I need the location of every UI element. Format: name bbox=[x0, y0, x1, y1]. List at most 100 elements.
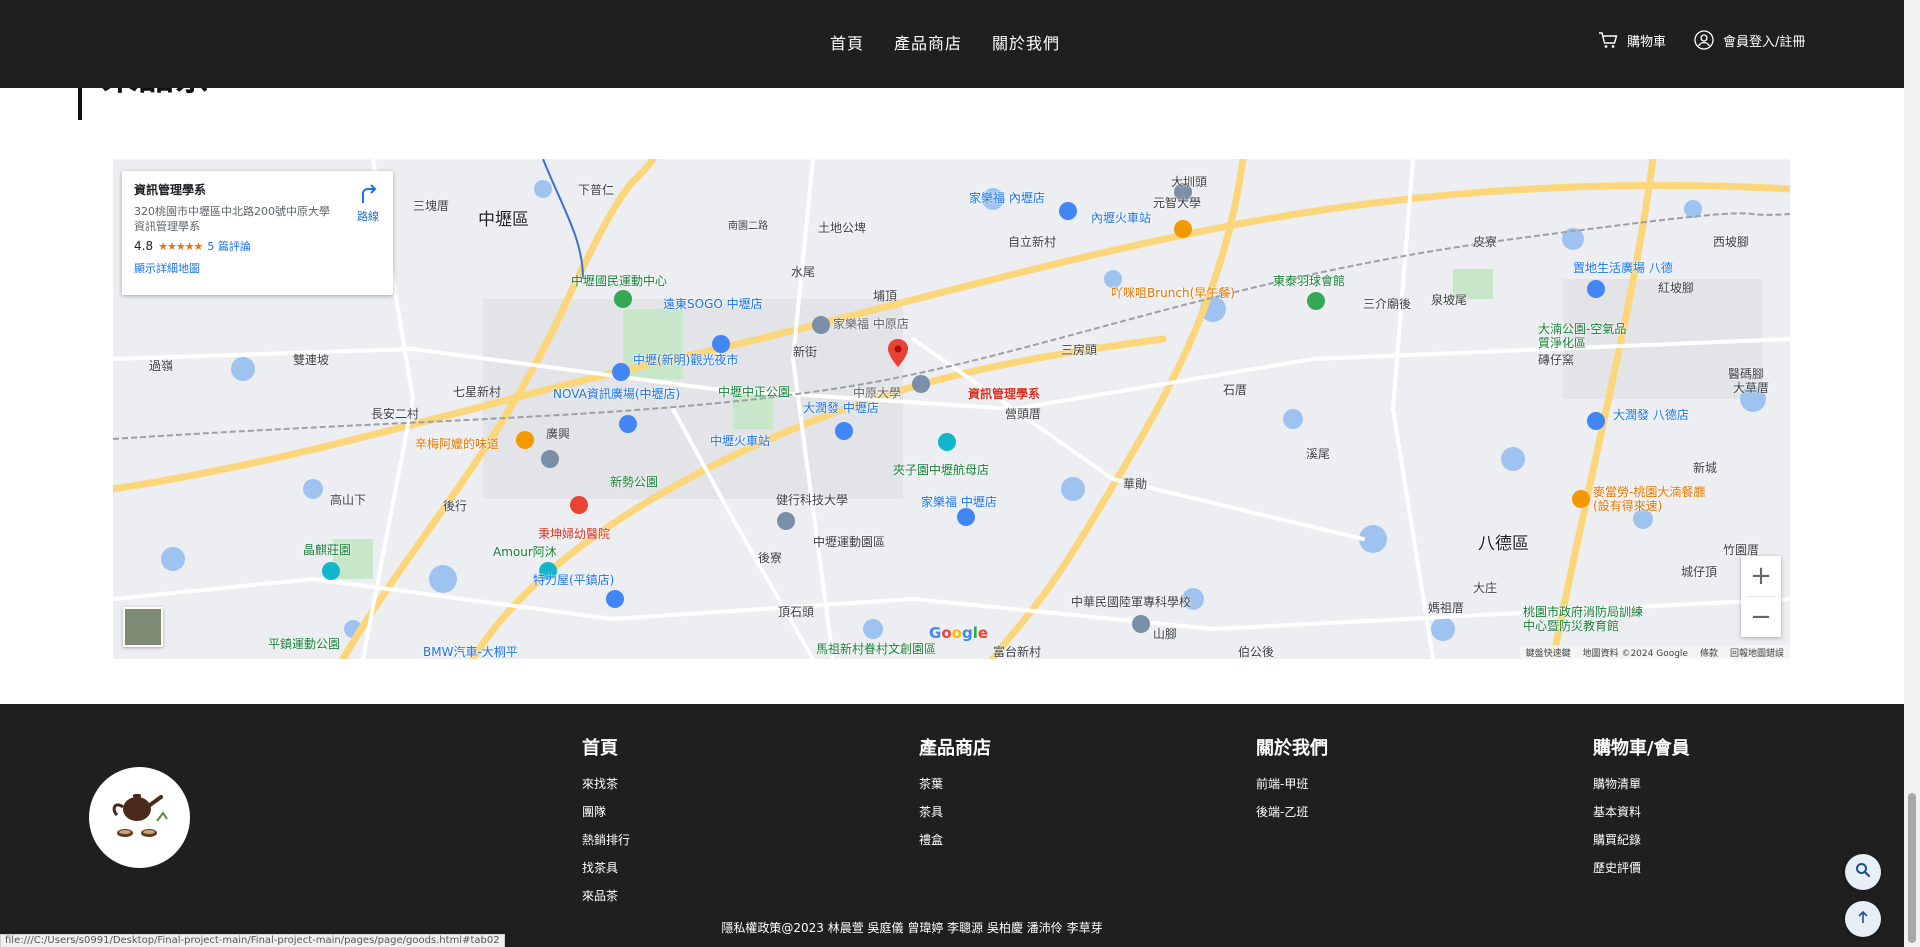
keyboard-shortcuts-link[interactable]: 鍵盤快速鍵 bbox=[1526, 646, 1571, 659]
place-label: 七星新村 bbox=[453, 385, 502, 399]
footer-link[interactable]: 基本資料 bbox=[1593, 798, 1690, 826]
place-label: 山腳 bbox=[1153, 627, 1178, 641]
place-label: 泉坡尾 bbox=[1431, 293, 1468, 307]
footer-link[interactable]: 購買紀錄 bbox=[1593, 826, 1690, 854]
place-label: 醫碼腳 bbox=[1728, 367, 1765, 381]
footer-link[interactable]: 歷史評價 bbox=[1593, 854, 1690, 882]
place-label: 伯公後 bbox=[1238, 645, 1275, 659]
poi-label: 中壢中正公園 bbox=[718, 385, 791, 399]
poi-label: 置地生活廣場 八德 bbox=[1573, 261, 1673, 275]
place-label: 長安二村 bbox=[371, 407, 420, 421]
poi-label: 馬祖新村眷村文創園區 bbox=[816, 642, 937, 656]
member-label: 會員登入/註冊 bbox=[1723, 34, 1806, 50]
footer-heading: 產品商店 bbox=[919, 738, 991, 759]
footer-link[interactable]: 後端-乙班 bbox=[1256, 798, 1328, 826]
poi-label: 特力屋(平鎮店) bbox=[533, 573, 615, 587]
directions-label: 路線 bbox=[357, 210, 379, 223]
place-label: 自立新村 bbox=[1008, 235, 1057, 249]
poi-label: 遠東SOGO 中壢店 bbox=[663, 297, 763, 311]
footer-column-shop: 產品商店 茶葉 茶具 禮盒 bbox=[919, 734, 991, 854]
footer-link[interactable]: 團隊 bbox=[582, 798, 630, 826]
poi-label: 中壢運動園區 bbox=[813, 535, 886, 549]
poi-label: BMW汽車-大桐平 bbox=[423, 645, 518, 659]
place-label: 水尾 bbox=[791, 265, 816, 279]
place-label: 華勛 bbox=[1123, 477, 1148, 491]
teapot-icon bbox=[105, 781, 175, 855]
footer-column-home: 首頁 來找茶 團隊 熱銷排行 找茶具 來品茶 bbox=[582, 734, 630, 910]
poi-label: 麥當勞-桃園大湳餐廳(設有得來速) bbox=[1593, 485, 1706, 513]
place-label: 土地公埤 bbox=[818, 221, 867, 235]
directions-button[interactable]: 路線 bbox=[357, 183, 379, 224]
place-label: 南園二路 bbox=[728, 221, 768, 232]
footer-heading: 購物車/會員 bbox=[1593, 738, 1690, 759]
footer-link[interactable]: 購物清單 bbox=[1593, 770, 1690, 798]
place-label: 三房頭 bbox=[1061, 343, 1098, 357]
place-label: 三介廟後 bbox=[1363, 297, 1412, 311]
map-attribution: 鍵盤快速鍵 地圖資料 ©2024 Google 條款 回報地圖錯誤 bbox=[1519, 645, 1790, 659]
terms-link[interactable]: 條款 bbox=[1700, 646, 1718, 659]
cart-button[interactable]: 購物車 bbox=[1598, 31, 1666, 50]
place-label: 埔頂 bbox=[873, 289, 898, 303]
place-label: 雙連坡 bbox=[293, 353, 330, 367]
footer-link[interactable]: 茶具 bbox=[919, 798, 991, 826]
footer-link[interactable]: 來找茶 bbox=[582, 770, 630, 798]
directions-icon bbox=[357, 184, 379, 208]
reviews-link[interactable]: 5 篇評論 bbox=[207, 238, 251, 254]
place-label: 溪尾 bbox=[1306, 447, 1331, 461]
place-address: 320桃園市中壢區中北路200號中原大學資訊管理學系 bbox=[134, 205, 330, 233]
back-to-top-button[interactable] bbox=[1845, 901, 1881, 937]
google-map-embed[interactable]: 中壢區 八德區 資訊管理學系 中原大學 內壢火車站 中壢火車站 家樂福 內壢店 … bbox=[113, 159, 1790, 659]
footer-link[interactable]: 找茶具 bbox=[582, 854, 630, 882]
nav-link-home[interactable]: 首頁 bbox=[830, 30, 864, 54]
site-logo[interactable] bbox=[89, 767, 190, 868]
footer-column-about: 關於我們 前端-甲班 後端-乙班 bbox=[1256, 734, 1328, 826]
zoom-in-button[interactable]: + bbox=[1741, 556, 1781, 596]
footer-heading: 首頁 bbox=[582, 738, 618, 759]
footer-link[interactable]: 禮盒 bbox=[919, 826, 991, 854]
footer-link[interactable]: 茶葉 bbox=[919, 770, 991, 798]
map-info-card: 資訊管理學系 320桃園市中壢區中北路200號中原大學資訊管理學系 4.8 ★★… bbox=[122, 171, 393, 295]
poi-label: 辛梅阿嬤的味道 bbox=[415, 437, 500, 451]
place-label: 廣興 bbox=[546, 427, 571, 441]
poi-label: 元智大學 bbox=[1153, 196, 1202, 210]
place-label: 石厝 bbox=[1223, 383, 1248, 397]
scrollbar-thumb[interactable] bbox=[1908, 793, 1916, 943]
place-label: 三塊厝 bbox=[413, 199, 450, 213]
poi-label: 中壢(新明)觀光夜市 bbox=[633, 353, 739, 367]
poi-label: 家樂福 內壢店 bbox=[969, 191, 1045, 205]
poi-label: 家樂福 中原店 bbox=[833, 317, 909, 331]
place-label: 皮寮 bbox=[1473, 235, 1498, 249]
poi-label: 夾子園中壢航母店 bbox=[893, 463, 990, 477]
page-scrollbar[interactable] bbox=[1904, 0, 1920, 947]
poi-label: 大湳公園-空氣品質淨化區 bbox=[1538, 322, 1627, 350]
poi-label: 大潤發 八德店 bbox=[1613, 408, 1689, 422]
zoom-out-button[interactable]: − bbox=[1741, 597, 1781, 637]
report-error-link[interactable]: 回報地圖錯誤 bbox=[1730, 646, 1784, 659]
poi-label: 東泰羽球會館 bbox=[1273, 274, 1346, 288]
place-label: 磚仔窯 bbox=[1538, 353, 1575, 367]
footer-link[interactable]: 來品茶 bbox=[582, 882, 630, 910]
nav-actions: 購物車 會員登入/註冊 bbox=[1598, 30, 1805, 50]
footer-link[interactable]: 前端-甲班 bbox=[1256, 770, 1328, 798]
footer-link[interactable]: 熱銷排行 bbox=[582, 826, 630, 854]
district-label: 中壢區 bbox=[478, 210, 529, 230]
place-label: 富台新村 bbox=[993, 645, 1042, 659]
top-navbar: 首頁 產品商店 關於我們 購物車 會員登入/註冊 bbox=[0, 0, 1904, 88]
satellite-toggle[interactable] bbox=[123, 607, 163, 647]
cart-label: 購物車 bbox=[1627, 34, 1667, 50]
poi-label: 桃園市政府消防局訓練中心暨防災教育館 bbox=[1523, 605, 1644, 633]
poi-label: 中華民國陸軍專科學校 bbox=[1071, 595, 1192, 609]
poi-label: 中壢火車站 bbox=[710, 434, 771, 448]
view-larger-map-link[interactable]: 顯示詳細地圖 bbox=[134, 260, 381, 276]
search-button[interactable] bbox=[1845, 854, 1881, 890]
member-login-button[interactable]: 會員登入/註冊 bbox=[1694, 30, 1805, 50]
nav-link-shop[interactable]: 產品商店 bbox=[894, 30, 962, 54]
place-label: 媽祖厝 bbox=[1428, 601, 1465, 615]
nav-link-about[interactable]: 關於我們 bbox=[992, 30, 1060, 54]
search-icon bbox=[1855, 862, 1871, 882]
place-label: 高山下 bbox=[330, 493, 367, 507]
place-label: 大圳頭 bbox=[1171, 175, 1208, 189]
place-label: 西坡腳 bbox=[1713, 235, 1750, 249]
poi-label: 家樂福 中壢店 bbox=[921, 495, 997, 509]
place-label: 營頭厝 bbox=[1005, 407, 1042, 421]
